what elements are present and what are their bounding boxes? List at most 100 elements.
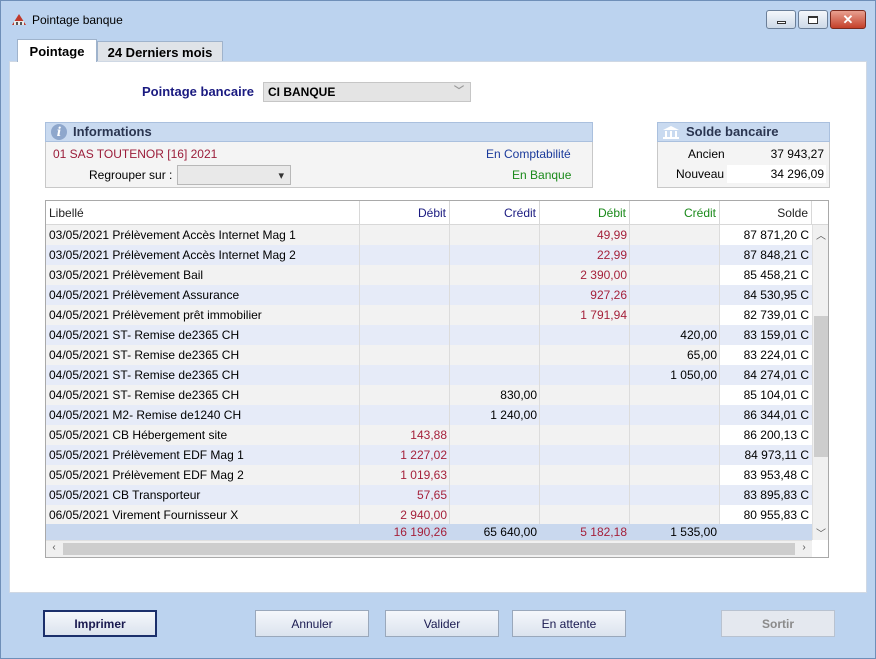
cell-solde: 83 953,48 C <box>743 468 809 482</box>
cell-credit-compta <box>450 285 540 305</box>
cell-libelle: 04/05/2021 Prélèvement prêt immobilier <box>49 308 262 322</box>
cell-solde: 86 344,01 C <box>743 408 809 422</box>
minimize-icon <box>776 20 786 24</box>
regrouper-select[interactable]: ▾ <box>177 165 291 185</box>
minimize-button[interactable] <box>766 10 796 29</box>
cell-debit-banque <box>540 425 630 445</box>
en-attente-button[interactable]: En attente <box>512 610 626 637</box>
vertical-scroll-thumb[interactable] <box>814 316 828 457</box>
table-row[interactable]: 05/05/2021 Prélèvement EDF Mag 1 1 227,02… <box>46 445 812 465</box>
vertical-scrollbar[interactable]: ︿ ﹀ <box>812 225 828 540</box>
table-row[interactable]: 04/05/2021 ST- Remise de2365 CH 1 050,00 8… <box>46 365 812 385</box>
table-row[interactable]: 05/05/2021 Prélèvement EDF Mag 2 1 019,63… <box>46 465 812 485</box>
pointage-bancaire-label: Pointage bancaire <box>142 84 254 99</box>
horizontal-scrollbar[interactable]: ‹ › <box>46 540 812 557</box>
cell-credit-banque <box>630 265 720 285</box>
app-icon <box>12 14 26 25</box>
cell-solde: 85 458,21 C <box>743 268 809 282</box>
close-button[interactable]: ✕ <box>830 10 866 29</box>
col-debit-compta[interactable]: Débit <box>360 201 450 225</box>
cell-credit-banque <box>630 505 720 525</box>
close-icon: ✕ <box>842 11 854 27</box>
window-title: Pointage banque <box>32 13 123 27</box>
cell-debit-banque <box>540 465 630 485</box>
annuler-button[interactable]: Annuler <box>255 610 369 637</box>
table-row[interactable]: 05/05/2021 CB Hébergement site 143,88 86 2… <box>46 425 812 445</box>
cell-debit-banque <box>540 325 630 345</box>
cell-credit-banque <box>630 445 720 465</box>
cell-libelle: 05/05/2021 Prélèvement EDF Mag 1 <box>49 448 244 462</box>
tab-pointage[interactable]: Pointage <box>17 39 97 62</box>
cell-debit-compta <box>360 345 450 365</box>
table-row[interactable]: 05/05/2021 CB Transporteur 57,65 83 895,83… <box>46 485 812 505</box>
cell-debit-banque: 22,99 <box>596 248 627 262</box>
cell-credit-banque: 420,00 <box>680 328 717 342</box>
cell-credit-compta: 830,00 <box>500 388 537 402</box>
cell-solde: 86 200,13 C <box>743 428 809 442</box>
table-row[interactable]: 04/05/2021 ST- Remise de2365 CH 830,00 85 … <box>46 385 812 405</box>
cell-credit-compta <box>450 445 540 465</box>
table-totals-row: 16 190,26 65 640,00 5 182,18 1 535,00 <box>46 524 812 540</box>
cell-credit-compta <box>450 265 540 285</box>
chevron-down-icon: ▾ <box>278 170 284 182</box>
cell-libelle: 03/05/2021 Prélèvement Accès Internet Ma… <box>49 248 296 262</box>
cell-credit-compta <box>450 505 540 525</box>
cell-credit-banque <box>630 245 720 265</box>
cell-debit-compta <box>360 285 450 305</box>
valider-button[interactable]: Valider <box>385 610 499 637</box>
tab-24-derniers-mois[interactable]: 24 Derniers mois <box>97 41 223 62</box>
table-row[interactable]: 04/05/2021 ST- Remise de2365 CH 65,00 83 2… <box>46 345 812 365</box>
scroll-right-icon[interactable]: › <box>796 542 812 553</box>
total-debit-banque: 5 182,18 <box>580 525 627 539</box>
cell-credit-banque <box>630 225 720 245</box>
cell-credit-compta <box>450 225 540 245</box>
total-credit-compta: 65 640,00 <box>483 525 537 539</box>
cell-debit-banque: 49,99 <box>596 228 627 242</box>
cell-debit-compta <box>360 365 450 385</box>
cell-credit-banque: 1 050,00 <box>670 368 717 382</box>
solde-bancaire-title: Solde bancaire <box>686 124 779 139</box>
sortir-button[interactable]: Sortir <box>721 610 835 637</box>
total-credit-banque: 1 535,00 <box>670 525 717 539</box>
table-row[interactable]: 03/05/2021 Prélèvement Accès Internet Ma… <box>46 245 812 265</box>
cell-debit-banque: 927,26 <box>590 288 627 302</box>
col-credit-banque[interactable]: Crédit <box>630 201 720 225</box>
cell-solde: 84 530,95 C <box>743 288 809 302</box>
cell-libelle: 05/05/2021 Prélèvement EDF Mag 2 <box>49 468 244 482</box>
col-credit-compta[interactable]: Crédit <box>450 201 540 225</box>
col-libelle[interactable]: Libellé <box>46 201 360 225</box>
col-debit-banque[interactable]: Débit <box>540 201 630 225</box>
cell-debit-compta: 1 019,63 <box>400 468 447 482</box>
scroll-down-icon[interactable]: ﹀ <box>813 525 828 540</box>
maximize-button[interactable] <box>798 10 828 29</box>
cell-solde: 82 739,01 C <box>743 308 809 322</box>
table-row[interactable]: 03/05/2021 Prélèvement Accès Internet Ma… <box>46 225 812 245</box>
bank-select[interactable]: CI BANQUE ﹀ <box>263 82 471 102</box>
cell-libelle: 06/05/2021 Virement Fournisseur X <box>49 508 239 522</box>
table-row[interactable]: 04/05/2021 ST- Remise de2365 CH 420,00 83 … <box>46 325 812 345</box>
cell-debit-banque <box>540 385 630 405</box>
table-row[interactable]: 04/05/2021 M2- Remise de1240 CH 1 240,00 8… <box>46 405 812 425</box>
cell-debit-banque <box>540 345 630 365</box>
cell-credit-banque <box>630 305 720 325</box>
informations-header: i Informations <box>45 122 593 142</box>
info-icon: i <box>51 124 67 140</box>
cell-debit-banque <box>540 505 630 525</box>
imprimer-button[interactable]: Imprimer <box>43 610 157 637</box>
title-bar: Pointage banque ✕ <box>1 1 875 37</box>
table-row[interactable]: 03/05/2021 Prélèvement Bail 2 390,00 85 45… <box>46 265 812 285</box>
cell-credit-banque <box>630 425 720 445</box>
scroll-up-icon[interactable]: ︿ <box>813 227 828 242</box>
cell-credit-banque: 65,00 <box>686 348 717 362</box>
table-row[interactable]: 04/05/2021 Prélèvement Assurance 927,26 84… <box>46 285 812 305</box>
table-row[interactable]: 04/05/2021 Prélèvement prêt immobilier 1 … <box>46 305 812 325</box>
bank-select-value: CI BANQUE <box>268 85 336 99</box>
col-solde[interactable]: Solde <box>720 201 812 225</box>
horizontal-scroll-thumb[interactable] <box>63 543 795 555</box>
scroll-left-icon[interactable]: ‹ <box>46 542 62 553</box>
cell-solde: 85 104,01 C <box>743 388 809 402</box>
cell-solde: 84 274,01 C <box>743 368 809 382</box>
regrouper-label: Regrouper sur : <box>89 168 173 182</box>
table-row[interactable]: 06/05/2021 Virement Fournisseur X 2 940,0… <box>46 505 812 525</box>
cell-libelle: 04/05/2021 ST- Remise de2365 CH <box>49 328 240 342</box>
